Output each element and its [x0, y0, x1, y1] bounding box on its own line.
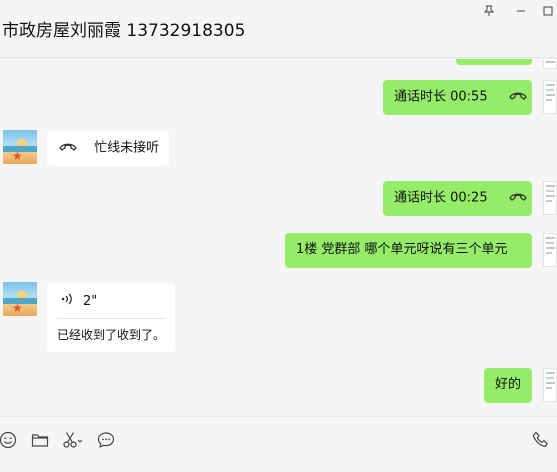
phone-icon[interactable]	[530, 429, 552, 451]
maximize-icon[interactable]	[536, 2, 557, 20]
chat-header: 市政房屋刘丽霞 13732918305	[0, 0, 557, 58]
avatar-me[interactable]	[543, 181, 557, 215]
message-bubble-partial	[456, 59, 532, 65]
avatar-contact[interactable]: ★	[3, 130, 37, 164]
message-call-received[interactable]: 忙线未接听	[47, 131, 169, 166]
message-voice-received[interactable]: 2" 已经收到了收到了。	[47, 283, 175, 352]
chat-title: 市政房屋刘丽霞 13732918305	[2, 21, 246, 41]
pin-icon[interactable]	[477, 2, 501, 20]
voice-player[interactable]: 2"	[57, 291, 165, 313]
call-status-text: 忙线未接听	[94, 140, 160, 156]
avatar-me[interactable]	[543, 368, 557, 402]
avatar-me[interactable]	[543, 233, 557, 267]
voice-duration: 2"	[83, 294, 98, 309]
message-list[interactable]: 通话时长 00:55 ★ 忙线未接听 通话时长 00:25 1楼 党群部 哪个单…	[0, 59, 557, 416]
message-call-sent[interactable]: 通话时长 00:55	[383, 80, 532, 115]
input-toolbar	[0, 416, 557, 472]
message-text-sent[interactable]: 1楼 党群部 哪个单元呀说有三个单元	[285, 233, 532, 268]
emoji-icon[interactable]	[0, 429, 19, 451]
avatar-contact[interactable]: ★	[3, 282, 37, 316]
call-duration-text: 通话时长 00:25	[394, 190, 488, 206]
minimize-icon[interactable]	[509, 2, 533, 20]
phone-hangup-icon	[508, 188, 528, 208]
avatar-me[interactable]	[543, 80, 557, 114]
voice-transcript: 已经收到了收到了。	[57, 328, 166, 342]
chat-bubble-icon[interactable]	[95, 429, 117, 451]
folder-icon[interactable]	[29, 429, 51, 451]
call-duration-text: 通话时长 00:55	[394, 89, 488, 105]
message-text-sent[interactable]: 好的	[484, 368, 532, 403]
voice-wave-icon	[61, 292, 73, 313]
phone-hangup-icon	[508, 87, 528, 107]
scissors-icon[interactable]	[61, 429, 83, 451]
message-call-sent[interactable]: 通话时长 00:25	[383, 181, 532, 216]
divider	[57, 318, 165, 319]
message-text: 1楼 党群部 哪个单元呀说有三个单元	[296, 242, 508, 257]
phone-hangup-icon	[58, 138, 78, 158]
avatar-me[interactable]	[543, 59, 557, 69]
message-text: 好的	[495, 377, 522, 392]
